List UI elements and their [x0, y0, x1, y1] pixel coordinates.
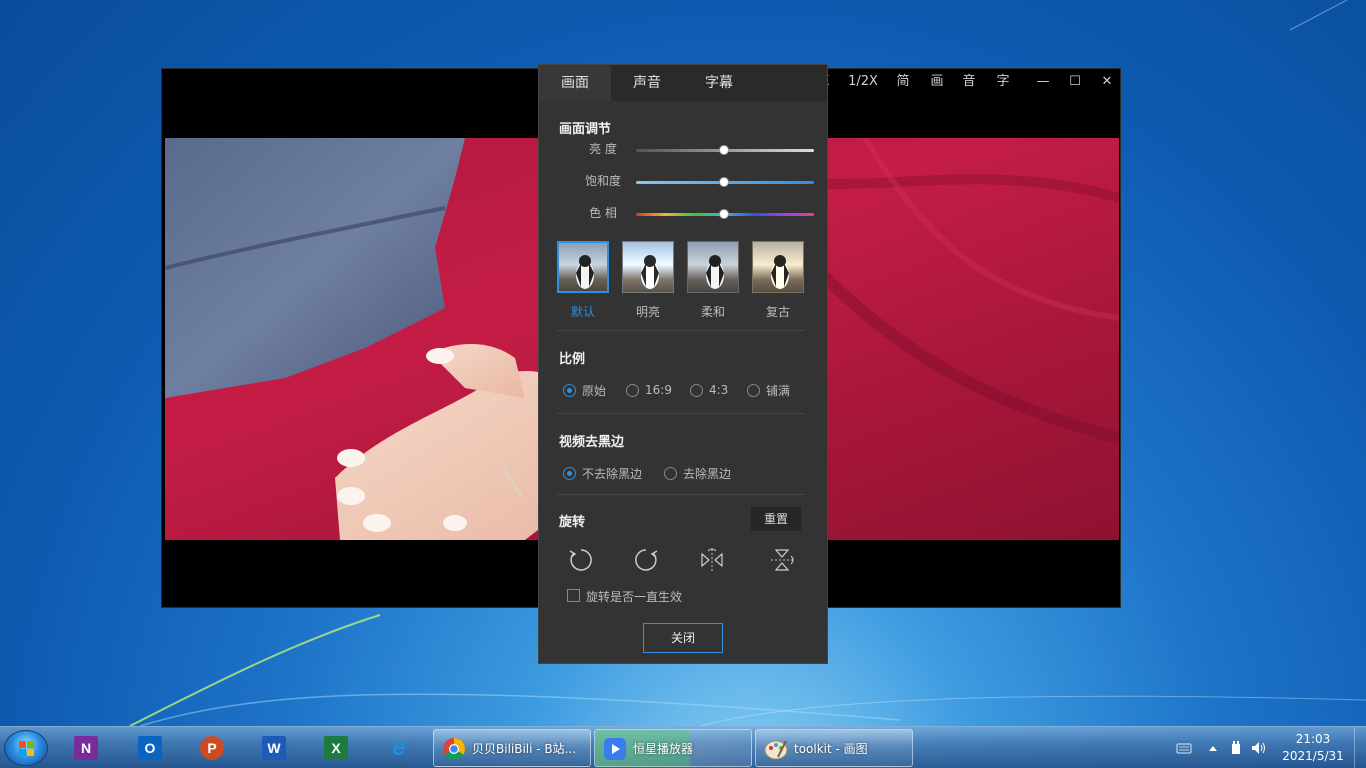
- clock-time: 21:03: [1295, 732, 1331, 746]
- preset-label: 复古: [765, 305, 790, 319]
- radio-label: 原始: [582, 383, 607, 398]
- ratio-16-9-option[interactable]: 16:9: [626, 382, 672, 398]
- picture-adjust-title: 画面调节: [559, 122, 612, 137]
- start-button[interactable]: [4, 730, 48, 766]
- subtitle-button[interactable]: 字: [994, 73, 1012, 91]
- excel-pin[interactable]: X: [320, 732, 352, 764]
- ie-pin[interactable]: e: [383, 732, 415, 764]
- rotate-title: 旋转: [559, 515, 586, 530]
- powerpoint-pin[interactable]: P: [196, 732, 228, 764]
- volume-icon[interactable]: [1251, 741, 1267, 755]
- taskbar: N O P W X e 贝贝BiliBili - B站... 恒星播放器 too…: [0, 726, 1366, 768]
- persist-rotation-label: 旋转是否一直生效: [586, 590, 683, 604]
- radio-label: 不去除黑边: [582, 466, 643, 481]
- outlook-pin[interactable]: O: [134, 732, 166, 764]
- task-label: 贝贝BiliBili - B站...: [472, 742, 577, 756]
- saturation-knob[interactable]: [719, 177, 729, 187]
- brightness-label: 亮 度: [589, 142, 617, 156]
- preset-soft[interactable]: 柔和: [687, 241, 739, 320]
- saturation-label: 饱和度: [584, 174, 621, 188]
- radio-button[interactable]: [563, 383, 576, 397]
- ratio-original-option[interactable]: 原始: [563, 382, 606, 398]
- persist-rotation-checkbox[interactable]: [567, 589, 580, 602]
- close-panel-button[interactable]: 关闭: [643, 623, 723, 653]
- speed-button[interactable]: 1/2X: [846, 73, 880, 91]
- radio-label: 4:3: [709, 383, 729, 397]
- reset-button[interactable]: 重置: [751, 507, 801, 531]
- radio-button[interactable]: [664, 466, 677, 480]
- keep-black-border-option[interactable]: 不去除黑边: [563, 465, 642, 481]
- flip-horizontal-icon[interactable]: [697, 545, 727, 575]
- radio-label: 16:9: [645, 383, 672, 397]
- panel-tabs: 画面 声音 字幕: [539, 65, 827, 101]
- preset-default[interactable]: 默认: [557, 241, 609, 320]
- preset-label: 默认: [570, 305, 595, 319]
- excel-icon: X: [324, 736, 348, 760]
- radio-button[interactable]: [626, 383, 639, 397]
- divider: [557, 494, 805, 495]
- rotate-left-icon[interactable]: [566, 545, 596, 575]
- task-paint[interactable]: toolkit - 画图: [755, 729, 913, 767]
- radio-button[interactable]: [747, 383, 760, 397]
- tab-sound[interactable]: 声音: [611, 65, 683, 101]
- penguin-thumbnail: [752, 241, 804, 293]
- tab-subtitle[interactable]: 字幕: [683, 65, 755, 101]
- paint-icon: [764, 740, 788, 760]
- maximize-button[interactable]: ☐: [1066, 73, 1084, 91]
- penguin-thumbnail: [557, 241, 609, 293]
- penguin-thumbnail: [622, 241, 674, 293]
- remove-black-border-option[interactable]: 去除黑边: [664, 465, 731, 481]
- audio-button[interactable]: 音: [960, 73, 978, 91]
- brightness-knob[interactable]: [719, 145, 729, 155]
- keyboard-icon[interactable]: [1176, 741, 1192, 755]
- power-icon[interactable]: [1228, 741, 1244, 755]
- radio-button[interactable]: [563, 466, 576, 480]
- rotate-right-icon[interactable]: [631, 545, 661, 575]
- preset-label: 明亮: [635, 305, 660, 319]
- preset-retro[interactable]: 复古: [752, 241, 804, 320]
- word-icon: W: [262, 736, 286, 760]
- flip-vertical-icon[interactable]: [767, 545, 797, 575]
- windows-logo-icon: [19, 741, 34, 756]
- player-icon: [604, 738, 626, 760]
- hue-knob[interactable]: [719, 209, 729, 219]
- tab-picture[interactable]: 画面: [539, 65, 611, 101]
- tray-expand-icon[interactable]: [1205, 741, 1221, 755]
- show-desktop-button[interactable]: [1354, 727, 1366, 768]
- preset-label: 柔和: [700, 305, 725, 319]
- ratio-4-3-option[interactable]: 4:3: [690, 382, 728, 398]
- powerpoint-icon: P: [200, 736, 224, 760]
- window-close-button[interactable]: ✕: [1098, 73, 1116, 91]
- onenote-pin[interactable]: N: [70, 732, 102, 764]
- ratio-fill-option[interactable]: 铺满: [747, 382, 790, 398]
- black-border-title: 视频去黑边: [559, 435, 625, 450]
- outlook-icon: O: [138, 736, 162, 760]
- picture-button[interactable]: 画: [928, 73, 946, 91]
- divider: [557, 413, 805, 414]
- task-label: toolkit - 画图: [794, 742, 868, 756]
- radio-button[interactable]: [690, 383, 703, 397]
- clock[interactable]: 21:03 2021/5/31: [1278, 731, 1348, 765]
- task-label: 恒星播放器: [633, 742, 694, 756]
- divider: [557, 330, 805, 331]
- task-player[interactable]: 恒星播放器: [594, 729, 752, 767]
- onenote-icon: N: [74, 736, 98, 760]
- chrome-icon: [443, 738, 465, 760]
- radio-label: 去除黑边: [683, 466, 732, 481]
- ie-icon: e: [392, 734, 406, 761]
- radio-label: 铺满: [766, 383, 791, 398]
- word-pin[interactable]: W: [258, 732, 290, 764]
- hue-label: 色 相: [589, 206, 617, 220]
- ratio-title: 比例: [559, 352, 586, 367]
- clock-date: 2021/5/31: [1282, 749, 1344, 763]
- simplified-button[interactable]: 简: [894, 73, 912, 91]
- task-chrome[interactable]: 贝贝BiliBili - B站...: [433, 729, 591, 767]
- penguin-thumbnail: [687, 241, 739, 293]
- picture-settings-panel: 画面 声音 字幕 画面调节 亮 度 饱和度 色 相 默认 明亮 柔和 复古 比例…: [538, 64, 828, 664]
- preset-bright[interactable]: 明亮: [622, 241, 674, 320]
- minimize-button[interactable]: —: [1034, 73, 1052, 91]
